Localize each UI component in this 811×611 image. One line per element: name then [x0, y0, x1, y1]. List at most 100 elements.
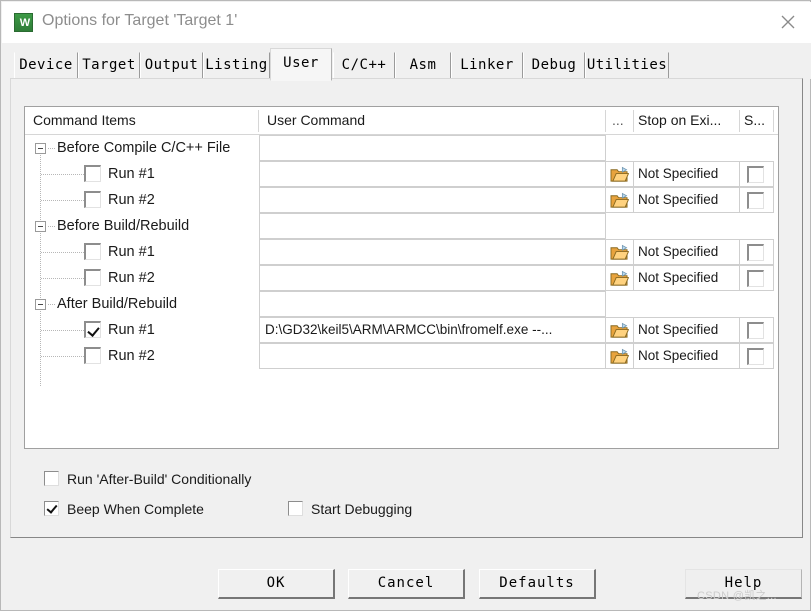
- tree-group-before-compile[interactable]: Before Compile C/C++ File: [25, 135, 259, 161]
- tab-linker[interactable]: Linker: [451, 52, 523, 79]
- folder-open-icon: [610, 322, 629, 338]
- header-user-command[interactable]: User Command: [259, 107, 606, 134]
- tree-dash: [48, 226, 56, 227]
- keil-uvision-icon-glyph: W: [19, 17, 30, 29]
- run-checkbox[interactable]: [84, 243, 101, 260]
- header-stop-on-exit[interactable]: Stop on Exi...: [634, 107, 740, 134]
- header-command-items[interactable]: Command Items: [25, 107, 259, 134]
- cell-stop-on-exit[interactable]: Not Specified: [634, 317, 740, 343]
- tree-item-before-build-run1[interactable]: Run #1: [25, 239, 259, 265]
- tab-user[interactable]: User: [270, 48, 332, 81]
- cell-stop-on-exit[interactable]: Not Specified: [634, 265, 740, 291]
- cell-user-command[interactable]: [259, 239, 606, 265]
- checkbox[interactable]: [44, 471, 59, 486]
- cell-s[interactable]: [740, 239, 774, 265]
- table-row[interactable]: After Build/Rebuild: [25, 291, 778, 317]
- cell-browse[interactable]: [606, 317, 634, 343]
- s-checkbox[interactable]: [747, 192, 764, 209]
- tree-group-label: After Build/Rebuild: [57, 296, 178, 312]
- collapse-expander-icon[interactable]: [35, 299, 46, 310]
- s-checkbox[interactable]: [747, 322, 764, 339]
- table-row[interactable]: Run #2 Not Specified: [25, 265, 778, 291]
- defaults-button[interactable]: Defaults: [479, 569, 596, 599]
- tab-c-cpp[interactable]: C/C++: [333, 52, 395, 79]
- header-sep-5[interactable]: [773, 110, 774, 132]
- header-dots[interactable]: ...: [606, 107, 634, 134]
- tree-item-before-build-run2[interactable]: Run #2: [25, 265, 259, 291]
- cell-browse[interactable]: [606, 343, 634, 369]
- cell-user-command[interactable]: [259, 187, 606, 213]
- run-checkbox[interactable]: [84, 321, 101, 338]
- tree-item-label: Run #2: [108, 348, 155, 364]
- tab-device[interactable]: Device: [14, 52, 78, 79]
- option-label: Beep When Complete: [67, 501, 204, 517]
- cell-user-command[interactable]: D:\GD32\keil5\ARM\ARMCC\bin\fromelf.exe …: [259, 317, 606, 343]
- tree-item-before-compile-run2[interactable]: Run #2: [25, 187, 259, 213]
- cell-s[interactable]: [740, 317, 774, 343]
- table-row[interactable]: Run #1 D:\GD32\keil5\ARM\ARMCC\bin\frome…: [25, 317, 778, 343]
- table-row[interactable]: Before Build/Rebuild: [25, 213, 778, 239]
- tree-group-label: Before Compile C/C++ File: [57, 140, 231, 156]
- grid-header-row: Command Items User Command ... Stop on E…: [25, 107, 778, 135]
- table-row[interactable]: Run #2 Not Specified: [25, 343, 778, 369]
- cell-user-command[interactable]: [259, 343, 606, 369]
- tree-item-after-build-run2[interactable]: Run #2: [25, 343, 259, 369]
- tab-debug[interactable]: Debug: [523, 52, 585, 79]
- tab-target[interactable]: Target: [78, 52, 140, 79]
- run-checkbox[interactable]: [84, 347, 101, 364]
- header-s[interactable]: S...: [740, 107, 774, 134]
- cell-browse[interactable]: [606, 161, 634, 187]
- tree-group-before-build[interactable]: Before Build/Rebuild: [25, 213, 259, 239]
- tab-output[interactable]: Output: [140, 52, 203, 79]
- cell-user-command[interactable]: [259, 161, 606, 187]
- table-row[interactable]: Run #2 Not Specified: [25, 187, 778, 213]
- cell-s[interactable]: [740, 187, 774, 213]
- cell-browse[interactable]: [606, 187, 634, 213]
- checkbox[interactable]: [44, 501, 59, 516]
- cell-stop-on-exit[interactable]: Not Specified: [634, 161, 740, 187]
- tab-listing[interactable]: Listing: [203, 52, 270, 79]
- tree-dash: [41, 330, 84, 331]
- cell-stop-on-exit[interactable]: Not Specified: [634, 187, 740, 213]
- cell-stop-on-exit[interactable]: Not Specified: [634, 343, 740, 369]
- tree-item-before-compile-run1[interactable]: Run #1: [25, 161, 259, 187]
- run-checkbox[interactable]: [84, 269, 101, 286]
- cell-stop-on-exit[interactable]: Not Specified: [634, 239, 740, 265]
- option-label: Start Debugging: [311, 501, 413, 517]
- tree-dash: [41, 278, 84, 279]
- s-checkbox[interactable]: [747, 348, 764, 365]
- cell-user-command-empty[interactable]: [259, 213, 606, 239]
- table-row[interactable]: Run #1 Not Specified: [25, 239, 778, 265]
- cancel-button[interactable]: Cancel: [348, 569, 465, 599]
- run-checkbox[interactable]: [84, 165, 101, 182]
- cell-browse[interactable]: [606, 265, 634, 291]
- checkbox[interactable]: [288, 501, 303, 516]
- s-checkbox[interactable]: [747, 244, 764, 261]
- tab-asm[interactable]: Asm: [395, 52, 451, 79]
- cell-s[interactable]: [740, 343, 774, 369]
- window-title: Options for Target 'Target 1': [42, 12, 238, 29]
- user-tab-page: Command Items User Command ... Stop on E…: [10, 78, 803, 538]
- cell-s[interactable]: [740, 161, 774, 187]
- tab-utilities[interactable]: Utilities: [585, 52, 669, 79]
- tree-item-label: Run #1: [108, 322, 155, 338]
- collapse-expander-icon[interactable]: [35, 143, 46, 154]
- cell-s[interactable]: [740, 265, 774, 291]
- tree-group-after-build[interactable]: After Build/Rebuild: [25, 291, 259, 317]
- cell-browse[interactable]: [606, 239, 634, 265]
- close-button[interactable]: [765, 2, 811, 42]
- help-button[interactable]: Help: [685, 569, 802, 599]
- cell-user-command[interactable]: [259, 265, 606, 291]
- s-checkbox[interactable]: [747, 270, 764, 287]
- folder-open-icon: [610, 166, 629, 182]
- ok-button[interactable]: OK: [218, 569, 335, 599]
- table-row[interactable]: Before Compile C/C++ File: [25, 135, 778, 161]
- run-checkbox[interactable]: [84, 191, 101, 208]
- collapse-expander-icon[interactable]: [35, 221, 46, 232]
- cell-user-command-empty[interactable]: [259, 135, 606, 161]
- s-checkbox[interactable]: [747, 166, 764, 183]
- table-row[interactable]: Run #1 Not Specified: [25, 161, 778, 187]
- tree-item-after-build-run1[interactable]: Run #1: [25, 317, 259, 343]
- cell-user-command-empty[interactable]: [259, 291, 606, 317]
- tree-dash: [48, 304, 56, 305]
